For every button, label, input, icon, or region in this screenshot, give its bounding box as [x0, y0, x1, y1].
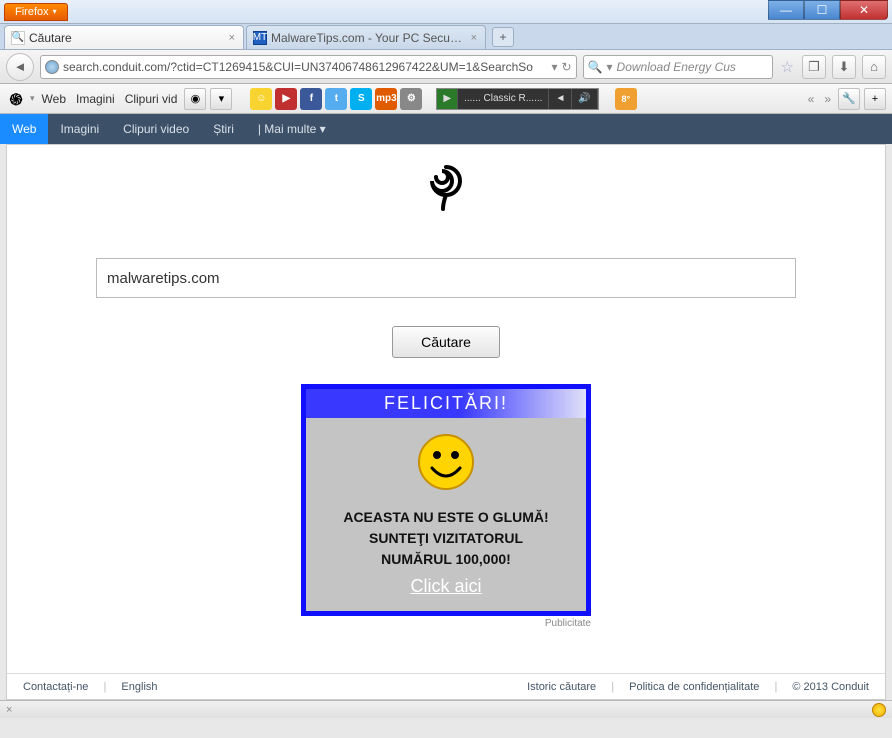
play-icon[interactable]: ▶ — [437, 89, 458, 109]
url-dropdown-icon[interactable]: ▾ — [551, 60, 557, 74]
volume-icon[interactable]: 🔊 — [572, 89, 597, 109]
skype-icon[interactable]: S — [350, 88, 372, 110]
ad-line1: ACEASTA NU ESTE O GLUMĂ! — [343, 507, 548, 528]
search-favicon-icon: 🔍 — [11, 31, 25, 45]
playvids-icon[interactable]: ▶ — [275, 88, 297, 110]
mp3-icon[interactable]: mp3 — [375, 88, 397, 110]
status-bar: × — [0, 700, 892, 718]
radio-station-label: ...... Classic R...... — [458, 89, 549, 109]
subnav-clipuri[interactable]: Clipuri video — [111, 114, 201, 144]
home-button[interactable]: ⌂ — [862, 55, 886, 79]
ad-line3: NUMĂRUL 100,000! — [381, 549, 511, 570]
subnav-imagini[interactable]: Imagini — [48, 114, 111, 144]
main-search-area — [96, 258, 796, 298]
maximize-button[interactable]: ☐ — [804, 0, 840, 20]
minimize-button[interactable]: — — [768, 0, 804, 20]
conduit-toolbar: ֍ ▾ Web Imagini Clipuri vid ◉ ▾ ☺▶ftSmp3… — [0, 84, 892, 114]
ad-label: Publicitate — [301, 618, 591, 629]
ad-click-link[interactable]: Click aici — [410, 576, 481, 597]
url-text: search.conduit.com/?ctid=CT1269415&CUI=U… — [63, 60, 547, 74]
ad-banner[interactable]: FELICITĂRI! ACEASTA NU ESTE O GLUMĂ! SUN… — [301, 384, 591, 616]
new-tab-button[interactable]: + — [492, 27, 514, 47]
bookmark-star-icon[interactable]: ☆ — [779, 58, 796, 76]
reload-icon[interactable]: ↻ — [561, 60, 571, 74]
weather-icon[interactable]: 8° — [615, 88, 637, 110]
prev-track-icon[interactable]: ◄ — [549, 89, 572, 109]
radio-player[interactable]: ▶ ...... Classic R...... ◄ 🔊 — [436, 88, 598, 110]
page-footer: Contactați-ne | English Istoric căutare … — [7, 673, 885, 699]
downloads-button[interactable]: ⬇ — [832, 55, 856, 79]
ad-line2: SUNTEŢI VIZITATORUL — [369, 528, 523, 549]
toolbar-settings-icon[interactable]: 🔧 — [838, 88, 860, 110]
close-window-button[interactable]: ✕ — [840, 0, 888, 20]
page-content: Căutare FELICITĂRI! ACEASTA NU ESTE O GL… — [6, 144, 886, 700]
toolbar-scroll-right-icon[interactable]: » — [821, 92, 834, 106]
browser-search-placeholder: Download Energy Cus — [617, 60, 736, 74]
main-search-button[interactable]: Căutare — [392, 326, 500, 358]
tab-strip: 🔍 Căutare × MT MalwareTips.com - Your PC… — [0, 24, 892, 50]
weather-temp: 8° — [621, 94, 630, 104]
search-engine-icon[interactable]: 🔍 — [588, 60, 603, 74]
footer-history-link[interactable]: Istoric căutare — [521, 681, 602, 693]
toolbar-link-imagini[interactable]: Imagini — [73, 92, 118, 106]
page-subnav: Web Imagini Clipuri video Știri | Mai mu… — [0, 114, 892, 144]
conduit-logo-icon[interactable]: ֍ — [6, 89, 26, 109]
subnav-more[interactable]: | Mai multe ▾ — [246, 114, 338, 144]
tab-active-title: Căutare — [29, 31, 223, 45]
facebook-icon[interactable]: f — [300, 88, 322, 110]
window-titlebar: Firefox — ☐ ✕ — [0, 0, 892, 24]
main-search-input[interactable] — [96, 258, 796, 298]
window-controls: — ☐ ✕ — [768, 0, 888, 20]
back-button[interactable]: ◄ — [6, 53, 34, 81]
firefox-menu-button[interactable]: Firefox — [4, 3, 68, 21]
tab-close-icon[interactable]: × — [227, 32, 237, 44]
toolbar-toggle-button[interactable]: ◉ — [184, 88, 206, 110]
conduit-spiral-logo-icon — [426, 163, 466, 218]
conduit-logo-dropdown-icon[interactable]: ▾ — [30, 93, 35, 104]
malwaretips-favicon-icon: MT — [253, 31, 267, 45]
toolbar-link-clipuri[interactable]: Clipuri vid — [122, 92, 181, 106]
twitter-icon[interactable]: t — [325, 88, 347, 110]
statusbar-smiley-icon[interactable] — [872, 703, 886, 717]
tab-inactive[interactable]: MT MalwareTips.com - Your PC Security ..… — [246, 25, 486, 49]
subnav-stiri[interactable]: Știri — [201, 114, 246, 144]
bookmarks-button[interactable]: ❐ — [802, 55, 826, 79]
search-engine-dropdown-icon[interactable]: ▾ — [607, 60, 613, 74]
toolbar-link-web[interactable]: Web — [39, 92, 69, 106]
footer-contact-link[interactable]: Contactați-ne — [17, 681, 94, 693]
footer-privacy-link[interactable]: Politica de confidențialitate — [623, 681, 765, 693]
ad-container: FELICITĂRI! ACEASTA NU ESTE O GLUMĂ! SUN… — [301, 384, 591, 629]
subnav-web[interactable]: Web — [0, 114, 48, 144]
globe-icon — [45, 60, 59, 74]
toolbar-add-icon[interactable]: + — [864, 88, 886, 110]
toolbar-more-button[interactable]: ▾ — [210, 88, 232, 110]
tab-close-icon[interactable]: × — [469, 32, 479, 44]
ad-heading: FELICITĂRI! — [306, 389, 586, 418]
url-bar[interactable]: search.conduit.com/?ctid=CT1269415&CUI=U… — [40, 55, 577, 79]
statusbar-close-icon[interactable]: × — [6, 704, 12, 716]
smiley-icon[interactable]: ☺ — [250, 88, 272, 110]
footer-english-link[interactable]: English — [115, 681, 163, 693]
tool-icon[interactable]: ⚙ — [400, 88, 422, 110]
smiley-face-icon — [416, 432, 476, 497]
tab-inactive-title: MalwareTips.com - Your PC Security ... — [271, 31, 465, 45]
footer-copyright: © 2013 Conduit — [786, 681, 875, 693]
navigation-toolbar: ◄ search.conduit.com/?ctid=CT1269415&CUI… — [0, 50, 892, 84]
toolbar-scroll-left-icon[interactable]: « — [805, 92, 818, 106]
firefox-menu-label: Firefox — [15, 6, 49, 18]
tab-active[interactable]: 🔍 Căutare × — [4, 25, 244, 49]
browser-search-box[interactable]: 🔍 ▾ Download Energy Cus — [583, 55, 773, 79]
